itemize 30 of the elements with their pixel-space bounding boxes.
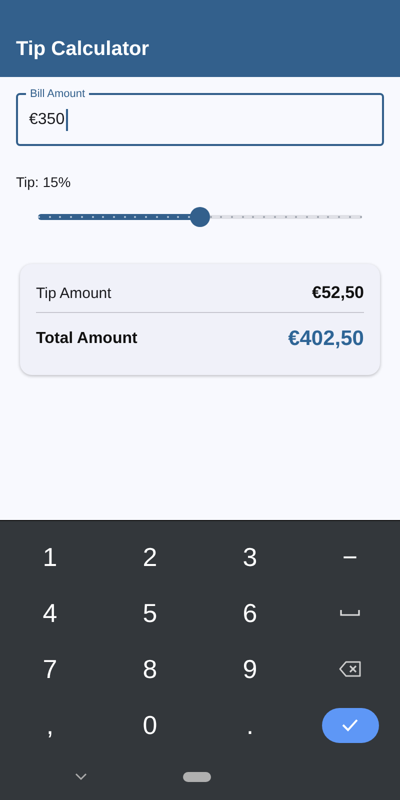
key[interactable]: 3	[210, 535, 290, 579]
key[interactable]: 6	[210, 591, 290, 635]
total-amount-label: Total Amount	[36, 330, 138, 348]
hide-keyboard-button[interactable]	[75, 772, 87, 780]
key[interactable]: 7	[10, 647, 90, 691]
chevron-down-icon	[75, 772, 87, 780]
key[interactable]: 9	[210, 647, 290, 691]
done-key[interactable]	[322, 708, 378, 742]
tip-slider[interactable]	[38, 206, 362, 228]
key[interactable]: 5	[110, 591, 190, 635]
backspace-icon	[339, 661, 361, 677]
total-amount-value: €402,50	[288, 327, 364, 351]
space-icon	[340, 609, 360, 617]
home-handle[interactable]	[183, 772, 211, 782]
key[interactable]: 1	[10, 535, 90, 579]
key[interactable]: .	[210, 703, 290, 747]
text-cursor	[66, 108, 68, 130]
slider-thumb[interactable]	[190, 207, 210, 227]
tip-amount-label: Tip Amount	[36, 284, 112, 302]
key[interactable]: ,	[10, 703, 90, 747]
key[interactable]: 0	[110, 703, 190, 747]
key[interactable]: −	[310, 535, 390, 579]
key[interactable]: 8	[110, 647, 190, 691]
key[interactable]: 2	[110, 535, 190, 579]
tip-amount-value: €52,50	[312, 283, 364, 303]
app-title: Tip Calculator	[16, 38, 149, 61]
field-value: €350	[29, 110, 65, 128]
key[interactable]: 4	[10, 591, 90, 635]
tip-label: Tip: 15%	[16, 174, 72, 190]
checkmark-icon	[341, 718, 359, 732]
